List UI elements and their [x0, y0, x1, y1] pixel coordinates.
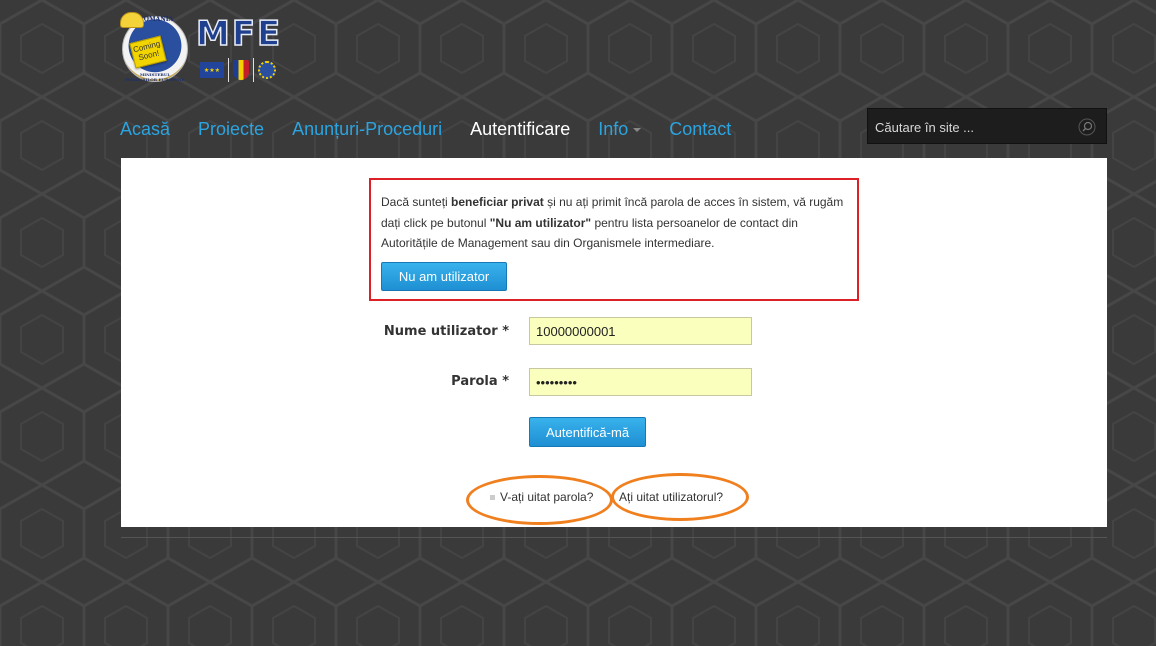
- main-nav: Acasă Proiecte Anunțuri-Proceduri Autent…: [120, 114, 759, 144]
- hardhat-icon: [120, 12, 144, 28]
- program-logo-icon: [258, 61, 276, 79]
- notice-text: Dacă sunteți beneficiar privat și nu ați…: [381, 192, 851, 254]
- nav-item-acasa[interactable]: Acasă: [120, 119, 170, 140]
- eu-flag-icon: ★★★: [200, 62, 224, 78]
- highlight-circle: [466, 475, 613, 525]
- private-beneficiary-notice: Dacă sunteți beneficiar privat și nu ați…: [369, 178, 859, 301]
- site-logo[interactable]: ROMANIA MINISTERUL FONDURILOR EUROPENE C…: [120, 12, 310, 88]
- notice-bold1: beneficiar privat: [451, 195, 544, 209]
- username-label: Nume utilizator *: [383, 324, 509, 339]
- chevron-down-icon: [633, 127, 642, 132]
- highlight-circle: [611, 473, 749, 521]
- notice-part1: Dacă sunteți: [381, 195, 452, 209]
- password-input[interactable]: [529, 368, 752, 396]
- nav-item-contact[interactable]: Contact: [669, 119, 731, 140]
- nav-item-info-label: Info: [598, 118, 629, 139]
- seal-bottom-text: MINISTERUL FONDURILOR EUROPENE: [125, 72, 185, 82]
- login-panel: Dacă sunteți beneficiar privat și nu ați…: [121, 158, 1107, 527]
- search-icon[interactable]: [1078, 118, 1096, 136]
- footer-divider: [121, 537, 1107, 538]
- coming-soon-badge: Coming Soon!: [129, 35, 167, 69]
- divider: [228, 58, 229, 82]
- divider: [253, 58, 254, 82]
- brand-name: MFE: [195, 13, 283, 55]
- password-label: Parola *: [451, 374, 509, 389]
- nav-item-anunturi[interactable]: Anunțuri-Proceduri: [292, 119, 442, 140]
- partner-logos: ★★★: [200, 58, 276, 82]
- username-input[interactable]: [529, 317, 752, 345]
- romania-coat-of-arms-icon: [233, 60, 249, 80]
- notice-bold2: "Nu am utilizator": [489, 215, 592, 230]
- nav-item-autentificare[interactable]: Autentificare: [470, 119, 570, 140]
- nav-item-info[interactable]: Info: [598, 118, 642, 140]
- search-input[interactable]: [868, 109, 1082, 145]
- search-box: [867, 108, 1107, 145]
- no-user-button[interactable]: Nu am utilizator: [381, 262, 507, 291]
- login-button[interactable]: Autentifică-mă: [529, 417, 646, 447]
- nav-item-proiecte[interactable]: Proiecte: [198, 119, 264, 140]
